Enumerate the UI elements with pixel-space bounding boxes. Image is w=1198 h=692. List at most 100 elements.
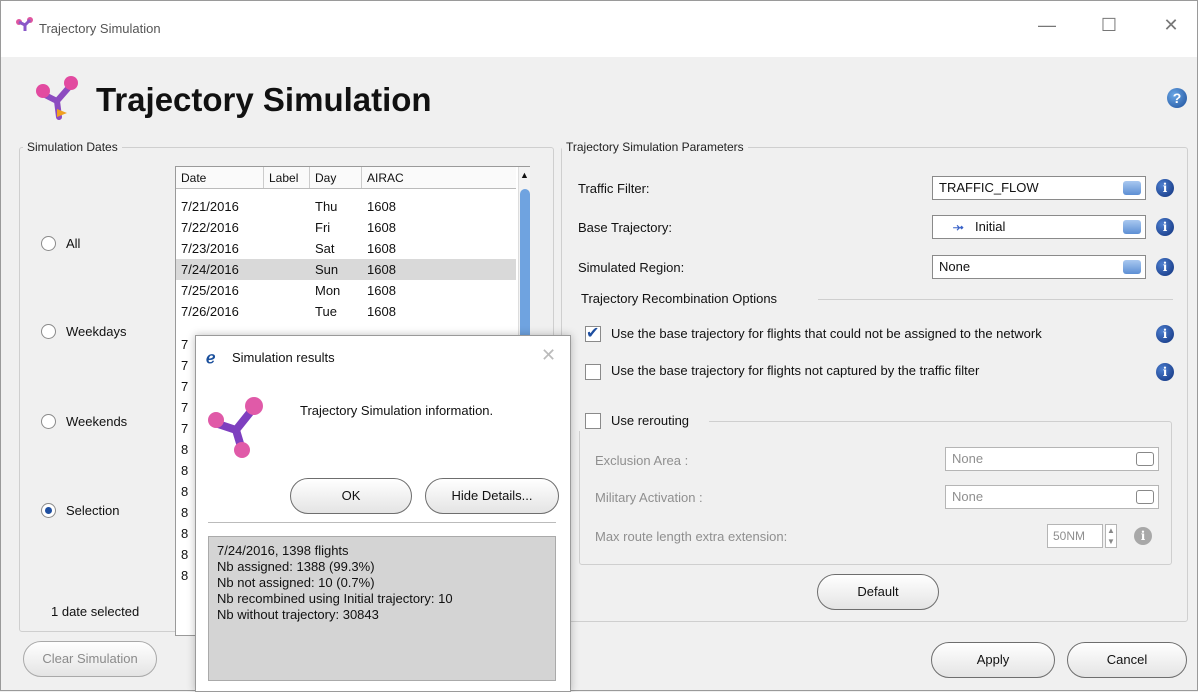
table-row[interactable]: 7/25/2016 Mon 1608 <box>176 280 516 301</box>
recombination-opt1-info-icon[interactable]: i <box>1156 325 1174 343</box>
cell-date: 7 <box>181 379 189 394</box>
base-trajectory-select[interactable]: ⤞ Initial <box>932 215 1146 239</box>
radio-all[interactable]: All <box>41 236 80 251</box>
dropdown-arrow-icon <box>1123 260 1141 274</box>
max-route-extension-spinner[interactable]: 50NM <box>1047 524 1103 548</box>
radio-all-label: All <box>66 236 81 251</box>
max-route-extension-label: Max route length extra extension: <box>595 529 788 544</box>
recombination-opt2-info-icon[interactable]: i <box>1156 363 1174 381</box>
base-trajectory-label: Base Trajectory: <box>578 220 672 235</box>
cell-label <box>264 238 310 259</box>
divider <box>818 299 1173 300</box>
radio-button-icon <box>41 324 56 339</box>
help-icon[interactable]: ? <box>1167 88 1187 108</box>
cell-date: 7 <box>181 358 189 373</box>
max-route-info-icon[interactable]: i <box>1134 527 1152 545</box>
cell-date: 8 <box>181 442 189 457</box>
radio-weekdays-label: Weekdays <box>66 324 127 339</box>
column-header-label[interactable]: Label <box>264 167 310 188</box>
cell-date: 7 <box>181 400 189 415</box>
hide-details-button[interactable]: Hide Details... <box>425 478 559 514</box>
radio-selection[interactable]: Selection <box>41 503 119 518</box>
table-row-selected[interactable]: 7/24/2016 Sun 1608 <box>176 259 516 280</box>
dropdown-arrow-icon <box>1123 220 1141 234</box>
radio-button-icon <box>41 236 56 251</box>
exclusion-area-label: Exclusion Area : <box>595 453 689 468</box>
cell-label <box>264 301 310 322</box>
traffic-filter-value: TRAFFIC_FLOW <box>939 180 1039 195</box>
dialog-app-icon: ℯ <box>206 350 216 367</box>
dialog-message: Trajectory Simulation information. <box>300 403 494 418</box>
close-icon[interactable]: ✕ <box>1159 15 1183 36</box>
radio-button-selected-icon <box>41 503 56 518</box>
simulation-dates-legend: Simulation Dates <box>23 140 122 154</box>
details-line: Nb recombined using Initial trajectory: … <box>217 591 453 606</box>
radio-weekdays[interactable]: Weekdays <box>41 324 126 339</box>
cell-date: 7 <box>181 421 189 436</box>
table-row[interactable]: 7/26/2016 Tue 1608 <box>176 301 516 322</box>
traffic-filter-label: Traffic Filter: <box>578 181 650 196</box>
cell-day: Fri <box>315 220 331 235</box>
table-row[interactable]: 7/21/2016 Thu 1608 <box>176 196 516 217</box>
table-header: Date Label Day AIRAC <box>176 167 516 189</box>
cell-airac: 1608 <box>367 241 396 256</box>
default-button[interactable]: Default <box>817 574 939 610</box>
scroll-up-arrow-icon[interactable]: ▲ <box>520 170 529 180</box>
dropdown-arrow-icon <box>1136 452 1154 466</box>
details-line: Nb assigned: 1388 (99.3%) <box>217 559 375 574</box>
traffic-filter-select[interactable]: TRAFFIC_FLOW <box>932 176 1146 200</box>
minimize-icon[interactable]: — <box>1035 15 1059 36</box>
column-header-date[interactable]: Date <box>176 167 264 188</box>
cell-date: 7/21/2016 <box>181 199 239 214</box>
cell-airac: 1608 <box>367 304 396 319</box>
recombination-opt2-label: Use the base trajectory for flights not … <box>611 363 980 378</box>
dropdown-arrow-icon <box>1123 181 1141 195</box>
apply-button[interactable]: Apply <box>931 642 1055 678</box>
simulation-parameters-legend: Trajectory Simulation Parameters <box>562 140 748 154</box>
radio-button-icon <box>41 414 56 429</box>
military-activation-label: Military Activation : <box>595 490 703 505</box>
rerouting-checkbox[interactable] <box>585 413 601 429</box>
cell-day: Sat <box>315 241 335 256</box>
column-header-airac[interactable]: AIRAC <box>362 167 512 188</box>
radio-weekends-label: Weekends <box>66 414 128 429</box>
cell-date: 8 <box>181 526 189 541</box>
cell-date: 8 <box>181 547 189 562</box>
simulation-results-dialog: ℯ Simulation results ✕ Trajectory Simula… <box>195 335 571 692</box>
military-activation-select[interactable]: None <box>945 485 1159 509</box>
recombination-opt2-checkbox[interactable] <box>585 364 601 380</box>
dropdown-arrow-icon <box>1136 490 1154 504</box>
cell-date: 7 <box>181 337 189 352</box>
simulated-region-value: None <box>939 259 971 274</box>
simulated-region-select[interactable]: None <box>932 255 1146 279</box>
cell-label <box>264 196 310 217</box>
simulated-region-info-icon[interactable]: i <box>1156 258 1174 276</box>
maximize-icon[interactable]: ☐ <box>1097 15 1121 36</box>
traffic-filter-info-icon[interactable]: i <box>1156 179 1174 197</box>
cancel-button[interactable]: Cancel <box>1067 642 1187 678</box>
dialog-close-icon[interactable]: ✕ <box>541 345 556 366</box>
recombination-opt1-checkbox[interactable] <box>585 323 601 343</box>
cell-date: 8 <box>181 484 189 499</box>
base-trajectory-info-icon[interactable]: i <box>1156 218 1174 236</box>
cell-airac: 1608 <box>367 283 396 298</box>
column-header-day[interactable]: Day <box>310 167 362 188</box>
recombination-options-title: Trajectory Recombination Options <box>581 291 778 306</box>
table-row[interactable]: 7/23/2016 Sat 1608 <box>176 238 516 259</box>
spinner-arrows-icon[interactable]: ▲ ▼ <box>1105 524 1117 548</box>
ok-button[interactable]: OK <box>290 478 412 514</box>
page-title: Trajectory Simulation <box>96 81 432 118</box>
cell-airac: 1608 <box>367 262 396 277</box>
cell-label <box>264 217 310 238</box>
app-icon <box>16 17 33 31</box>
title-bar: Trajectory Simulation — ☐ ✕ <box>1 1 1197 57</box>
table-row[interactable]: 7/22/2016 Fri 1608 <box>176 217 516 238</box>
cell-date: 7/25/2016 <box>181 283 239 298</box>
exclusion-area-select[interactable]: None <box>945 447 1159 471</box>
clear-simulation-button[interactable]: Clear Simulation <box>23 641 157 677</box>
cell-date: 8 <box>181 463 189 478</box>
military-activation-value: None <box>952 489 984 504</box>
base-trajectory-value: Initial <box>975 219 1006 234</box>
window-title: Trajectory Simulation <box>39 21 161 36</box>
radio-weekends[interactable]: Weekends <box>41 414 127 429</box>
